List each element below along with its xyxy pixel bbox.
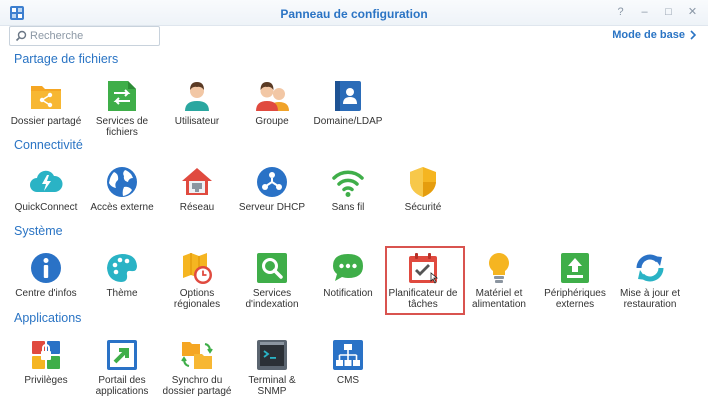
info-center-icon: [31, 253, 61, 283]
item-label: Utilisateur: [174, 116, 220, 127]
item-indexing-service[interactable]: Services d'indexation: [234, 251, 310, 310]
external-devices-icon: [561, 253, 589, 283]
item-external-access[interactable]: Accès externe: [84, 165, 160, 213]
item-cms[interactable]: CMS: [310, 338, 386, 386]
cms-icon: [333, 340, 363, 370]
item-user[interactable]: Utilisateur: [159, 79, 235, 127]
item-group[interactable]: Groupe: [234, 79, 310, 127]
item-label: Mise à jour et restauration: [619, 288, 681, 310]
external-access-icon: [107, 167, 137, 197]
chevron-right-icon: [690, 30, 696, 40]
item-label: CMS: [336, 375, 360, 386]
network-icon: [182, 168, 212, 195]
item-theme[interactable]: Thème: [84, 251, 160, 299]
item-label: Notification: [323, 288, 373, 299]
notification-icon: [333, 254, 363, 281]
terminal-snmp-icon: [257, 340, 287, 370]
item-wireless[interactable]: Sans fil: [310, 165, 386, 213]
application-portal-icon: [107, 340, 137, 370]
item-label: Matériel et alimentation: [472, 288, 526, 310]
file-services-icon: [108, 81, 136, 111]
item-label: Réseau: [179, 202, 215, 213]
item-application-portal[interactable]: Portail des applications: [84, 338, 160, 397]
item-domain-ldap[interactable]: Domaine/LDAP: [310, 79, 386, 127]
item-label: Planificateur de tâches: [388, 288, 458, 310]
item-label: Privilèges: [24, 375, 68, 386]
item-file-services[interactable]: Services de fichiers: [84, 79, 160, 138]
item-label: Dossier partagé: [10, 116, 82, 127]
search-input[interactable]: [30, 28, 155, 44]
item-label: Serveur DHCP: [238, 202, 306, 213]
item-label: Terminal & SNMP: [248, 375, 296, 397]
help-button[interactable]: ?: [615, 5, 626, 19]
regional-options-icon: [183, 253, 212, 284]
basic-mode-link[interactable]: Mode de base: [612, 29, 696, 41]
item-dhcp-server[interactable]: Serveur DHCP: [234, 165, 310, 213]
item-privileges[interactable]: Privilèges: [8, 338, 84, 386]
item-info-center[interactable]: Centre d'infos: [8, 251, 84, 299]
domain-ldap-icon: [335, 81, 361, 111]
section-title-system: Système: [14, 224, 63, 238]
item-label: Domaine/LDAP: [313, 116, 383, 127]
item-label: Thème: [106, 288, 138, 299]
item-label: Options régionales: [173, 288, 221, 310]
task-scheduler-icon: [409, 253, 439, 284]
basic-mode-label: Mode de base: [612, 29, 685, 41]
section-title-connectivity: Connectivité: [14, 138, 83, 152]
dhcp-server-icon: [257, 167, 287, 197]
window-titlebar: Panneau de configuration ? – □ ✕: [0, 0, 708, 26]
item-label: Portail des applications: [95, 375, 149, 397]
window-title: Panneau de configuration: [280, 7, 428, 21]
section-title-applications: Applications: [14, 311, 82, 325]
item-quickconnect[interactable]: QuickConnect: [8, 165, 84, 213]
item-external-devices[interactable]: Périphériques externes: [537, 251, 613, 310]
shared-folder-sync-icon: [181, 342, 213, 369]
item-regional-options[interactable]: Options régionales: [159, 251, 235, 310]
quickconnect-icon: [30, 170, 63, 192]
section-title-file-sharing: Partage de fichiers: [14, 52, 119, 66]
group-icon: [256, 82, 289, 111]
search-box: [9, 26, 160, 46]
item-notification[interactable]: Notification: [310, 251, 386, 299]
item-label: Sans fil: [331, 202, 365, 213]
privileges-icon: [32, 341, 60, 369]
item-label: Périphériques externes: [544, 288, 606, 310]
indexing-service-icon: [257, 253, 287, 283]
hardware-power-icon: [489, 253, 509, 283]
wireless-icon: [332, 170, 364, 197]
window-controls: ? – □ ✕: [615, 5, 698, 19]
item-update-restore[interactable]: Mise à jour et restauration: [612, 251, 688, 310]
item-label: Synchro du dossier partagé: [162, 375, 232, 397]
item-shared-folder-sync[interactable]: Synchro du dossier partagé: [159, 338, 235, 397]
item-label: Centre d'infos: [15, 288, 77, 299]
minimize-button[interactable]: –: [639, 5, 650, 19]
update-restore-icon: [636, 254, 664, 282]
maximize-button[interactable]: □: [663, 5, 674, 19]
item-terminal-snmp[interactable]: Terminal & SNMP: [234, 338, 310, 397]
theme-icon: [107, 254, 137, 282]
item-task-scheduler[interactable]: Planificateur de tâches: [385, 251, 461, 310]
item-shared-folder[interactable]: Dossier partagé: [8, 79, 84, 127]
item-label: Groupe: [255, 116, 289, 127]
user-icon: [185, 82, 209, 111]
close-button[interactable]: ✕: [687, 5, 698, 19]
item-label: Services de fichiers: [95, 116, 149, 138]
security-icon: [410, 167, 436, 197]
item-label: QuickConnect: [14, 202, 78, 213]
item-label: Services d'indexation: [245, 288, 299, 310]
item-hardware-power[interactable]: Matériel et alimentation: [461, 251, 537, 310]
shared-folder-icon: [31, 86, 61, 109]
search-icon: [15, 30, 27, 42]
item-security[interactable]: Sécurité: [385, 165, 461, 213]
item-network[interactable]: Réseau: [159, 165, 235, 213]
item-label: Sécurité: [404, 202, 442, 213]
item-label: Accès externe: [90, 202, 154, 213]
